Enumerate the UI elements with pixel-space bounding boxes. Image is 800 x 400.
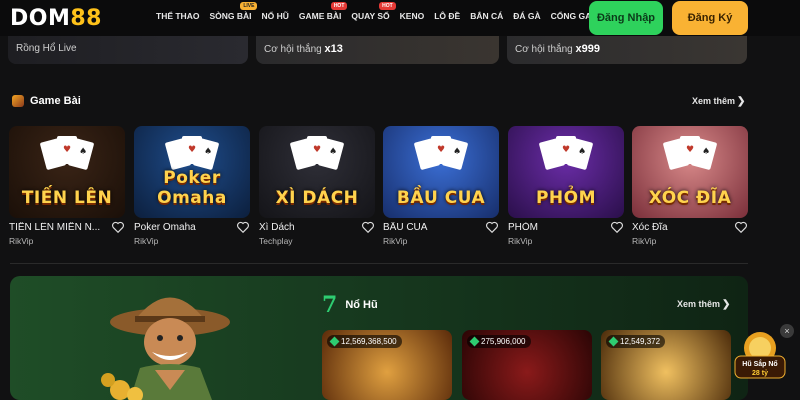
game-provider: RikVip [383, 236, 408, 246]
game-thumbnail[interactable]: ♥ ♠ XÓC ĐĨA [632, 126, 748, 218]
lucky-seven-icon: 7 [322, 292, 338, 318]
svg-text:♠: ♠ [329, 147, 337, 157]
chevron-right-icon: ❯ [737, 96, 746, 107]
gem-icon [608, 336, 619, 347]
game-thumbnail[interactable]: ♥ ♠ XÌ DÁCH [259, 126, 375, 218]
hot-badge: HOT [379, 2, 396, 10]
game-thumbnail[interactable]: ♥ ♠ PHỎM [508, 126, 624, 218]
gem-icon [329, 336, 340, 347]
svg-text:♠: ♠ [79, 147, 87, 157]
heart-icon[interactable] [734, 220, 748, 234]
cards-icon [12, 95, 24, 107]
slot-game-card[interactable]: 12,549,372 [601, 330, 731, 400]
section-divider [10, 263, 748, 264]
svg-text:♠: ♠ [702, 147, 710, 157]
game-name: Xì Dách [259, 222, 295, 233]
game-thumbnail[interactable]: ♥ ♠ TIẾN LÊN [9, 126, 125, 218]
game-thumb-label: Poker Omaha [157, 168, 227, 208]
see-more-link[interactable]: Xem thêm ❯ [692, 96, 745, 107]
slot-game-card[interactable]: 12,569,368,500 [322, 330, 452, 400]
nav-item-the-thao[interactable]: THỂ THAO [156, 11, 199, 21]
game-thumbnail[interactable]: ♥ ♠ BẦU CUA [383, 126, 499, 218]
svg-text:♥: ♥ [63, 145, 71, 155]
site-logo[interactable]: DOM88 [10, 6, 102, 31]
nav-item-lo-de[interactable]: LÔ ĐỀ [434, 11, 460, 21]
game-card[interactable]: ♥ ♠ TIẾN LÊN TIẾN LÊN MIỀN N... RikVip [9, 126, 125, 246]
svg-text:♥: ♥ [188, 145, 196, 155]
jackpot-amount: 12,549,372 [606, 335, 666, 348]
gem-icon [469, 336, 480, 347]
game-provider: RikVip [9, 236, 34, 246]
game-thumbnail[interactable]: ♥ ♠ Poker Omaha [134, 126, 250, 218]
live-badge: LIVE [240, 2, 258, 10]
section-title-no-hu: 7 Nổ Hũ [322, 292, 378, 318]
card-caption: Cơ hội thắng x999 [515, 43, 600, 55]
card-title: Rồng Hổ Live [16, 43, 77, 54]
top-header: DOM88 THỂ THAO SÒNG BÀI LIVE NỔ HŨ GAME B… [0, 0, 800, 36]
nav-item-song-bai[interactable]: SÒNG BÀI LIVE [209, 2, 258, 21]
game-provider: RikVip [632, 236, 657, 246]
login-button[interactable]: Đăng Nhập [589, 1, 663, 35]
game-name: PHỎM [508, 222, 538, 233]
nav-item-da-ga[interactable]: ĐÁ GÀ [513, 11, 540, 21]
jackpot-pot-icon: Hũ Sắp Nổ 28 tỷ [734, 332, 786, 379]
svg-text:♥: ♥ [313, 145, 321, 155]
chevron-right-icon: ❯ [722, 299, 731, 310]
promo-card[interactable]: Cơ hội thắng x999 [507, 36, 747, 64]
nav-item-keno[interactable]: KENO [400, 11, 425, 21]
close-icon[interactable]: × [780, 324, 794, 338]
heart-icon[interactable] [610, 220, 624, 234]
nav-item-game-bai[interactable]: GAME BÀI HOT [299, 2, 348, 21]
game-thumb-label: XÓC ĐĨA [648, 188, 732, 208]
floating-line1: Hũ Sắp Nổ [742, 359, 777, 368]
floating-line2: 28 tỷ [752, 370, 768, 377]
game-provider: Techplay [259, 236, 293, 246]
game-thumb-label: PHỎM [535, 188, 597, 208]
game-thumb-label: TIẾN LÊN [21, 188, 113, 208]
svg-text:♠: ♠ [453, 147, 461, 157]
svg-text:♠: ♠ [578, 147, 586, 157]
nav-item-quay-so[interactable]: QUAY SỐ HOT [351, 2, 396, 21]
register-button[interactable]: Đăng Ký [672, 1, 748, 35]
game-name: Xóc Đĩa [632, 222, 668, 233]
live-game-card[interactable]: Rồng Hổ Live [8, 36, 248, 64]
svg-text:♠: ♠ [204, 147, 212, 157]
game-card[interactable]: ♥ ♠ Poker Omaha Poker Omaha RikVip [134, 126, 250, 246]
page: DOM88 THỂ THAO SÒNG BÀI LIVE NỔ HŨ GAME B… [0, 0, 800, 400]
game-card[interactable]: ♥ ♠ XÓC ĐĨA Xóc Đĩa RikVip [632, 126, 748, 246]
section-title-game-bai: Game Bài [12, 95, 81, 107]
game-provider: RikVip [508, 236, 533, 246]
jackpot-amount: 275,906,000 [467, 335, 531, 348]
heart-icon[interactable] [485, 220, 499, 234]
game-name: Poker Omaha [134, 222, 196, 233]
game-thumb-label: XÌ DÁCH [275, 188, 359, 208]
svg-text:♥: ♥ [437, 145, 445, 155]
card-caption: Cơ hội thắng x13 [264, 43, 343, 55]
game-name: TIẾN LÊN MIỀN N... [9, 222, 101, 233]
game-thumb-label: BẦU CUA [396, 188, 486, 208]
jackpot-amount: 12,569,368,500 [327, 335, 402, 348]
heart-icon[interactable] [236, 220, 250, 234]
promo-card[interactable]: Cơ hội thắng x13 [256, 36, 499, 64]
game-provider: RikVip [134, 236, 159, 246]
slot-game-card[interactable]: 275,906,000 [462, 330, 592, 400]
explorer-character-illustration [101, 297, 230, 400]
main-nav: THỂ THAO SÒNG BÀI LIVE NỔ HŨ GAME BÀI HOT … [156, 2, 604, 21]
game-card[interactable]: ♥ ♠ BẦU CUA BẦU CUA RikVip [383, 126, 499, 246]
heart-icon[interactable] [361, 220, 375, 234]
jackpot-floating-widget[interactable]: Hũ Sắp Nổ 28 tỷ [733, 326, 787, 388]
nav-item-ban-ca[interactable]: BẮN CÁ [470, 11, 503, 21]
heart-icon[interactable] [111, 220, 125, 234]
nav-item-no-hu[interactable]: NỔ HŨ [261, 11, 288, 21]
see-more-link[interactable]: Xem thêm ❯ [677, 299, 730, 310]
hot-badge: HOT [330, 2, 348, 10]
svg-text:♥: ♥ [686, 145, 694, 155]
svg-text:♥: ♥ [562, 145, 570, 155]
game-card[interactable]: ♥ ♠ XÌ DÁCH Xì Dách Techplay [259, 126, 375, 246]
game-name: BẦU CUA [383, 222, 428, 233]
game-card[interactable]: ♥ ♠ PHỎM PHỎM RikVip [508, 126, 624, 246]
